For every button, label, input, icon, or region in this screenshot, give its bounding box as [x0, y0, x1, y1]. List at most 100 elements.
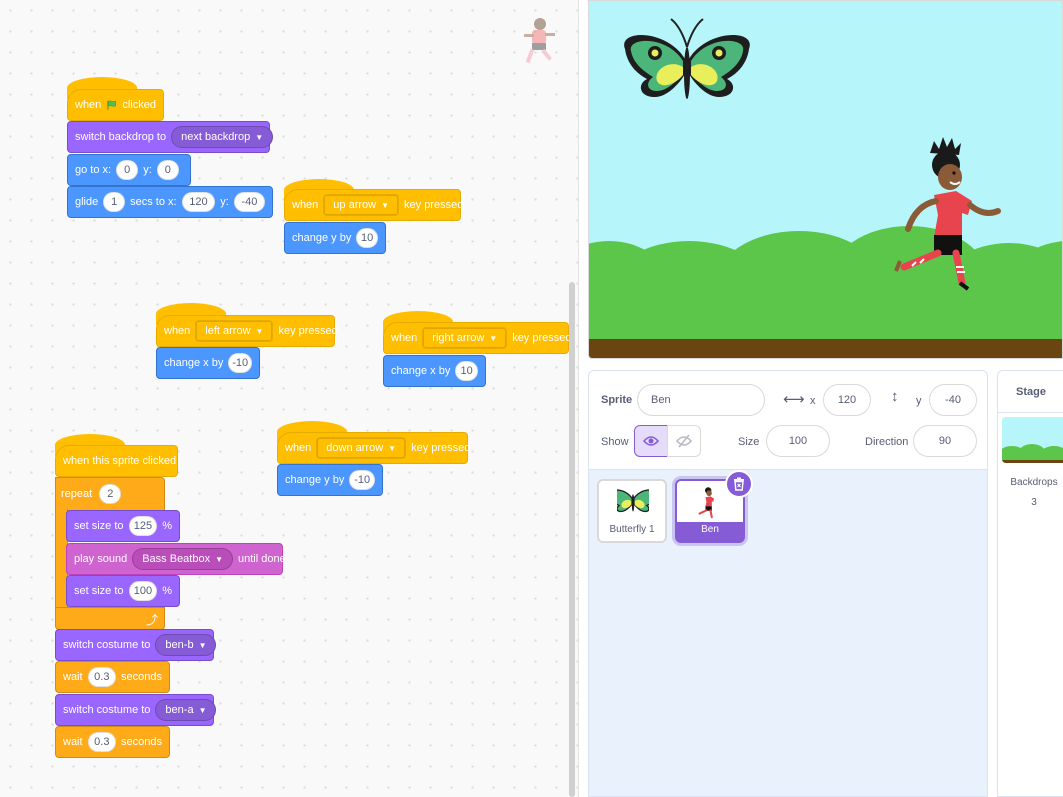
code-area-scrollbar[interactable]	[569, 282, 575, 797]
key-dropdown[interactable]: down arrow ▼	[316, 437, 407, 459]
backdrop-thumbnail[interactable]	[1002, 417, 1063, 463]
when-label: when	[75, 99, 102, 111]
hide-sprite-toggle[interactable]	[667, 425, 701, 457]
backdrops-label: Backdrops	[1010, 477, 1058, 488]
when-sprite-clicked-label: when this sprite clicked	[63, 455, 177, 467]
goto-x-input[interactable]: 0	[116, 160, 139, 180]
switch-costume-block[interactable]: switch costume to ben-b ▼	[55, 629, 217, 661]
y-label: y	[916, 395, 922, 407]
switch-costume-block[interactable]: switch costume to ben-a ▼	[55, 694, 217, 726]
eye-slash-icon	[676, 434, 692, 448]
stage-pane-title: Stage	[998, 371, 1063, 413]
wait-input[interactable]: 0.3	[87, 667, 117, 687]
key-pressed-label: key pressed	[411, 442, 471, 454]
costume-value: ben-a	[165, 704, 194, 716]
costume-dropdown[interactable]: ben-a ▼	[155, 699, 217, 721]
wait-block[interactable]: wait 0.3 seconds	[55, 661, 170, 693]
dropdown-caret-icon: ▼	[381, 200, 390, 210]
set-size-input[interactable]: 125	[128, 516, 158, 536]
goto-y-input[interactable]: 0	[156, 160, 179, 180]
change-y-block[interactable]: change y by 10	[284, 222, 386, 254]
change-y-input[interactable]: -10	[349, 470, 375, 490]
glide-y-label: y:	[220, 196, 229, 208]
set-size-label: set size to	[74, 585, 124, 597]
wait-block[interactable]: wait 0.3 seconds	[55, 726, 170, 758]
horizontal-arrows-icon: ⟷	[783, 391, 805, 408]
change-y-label: change y by	[285, 474, 345, 486]
change-x-block[interactable]: change x by -10	[156, 347, 260, 379]
change-x-input[interactable]: -10	[228, 353, 252, 373]
when-sprite-clicked-block[interactable]: when this sprite clicked	[55, 445, 178, 477]
sprite-tile-name: Ben	[701, 524, 719, 535]
direction-label: Direction	[865, 436, 909, 448]
x-value: 120	[837, 394, 857, 406]
set-size-input[interactable]: 100	[128, 581, 158, 601]
trash-icon	[734, 477, 744, 491]
glide-block[interactable]: glide 1 secs to x: 120 y: -40	[67, 186, 273, 218]
backdrop-dropdown[interactable]: next backdrop ▼	[171, 126, 274, 148]
repeat-count-input[interactable]: 2	[99, 484, 122, 504]
when-flag-clicked-block[interactable]: when clicked	[67, 89, 164, 121]
when-right-arrow-block[interactable]: when right arrow ▼ key pressed	[383, 322, 572, 354]
when-left-arrow-block[interactable]: when left arrow ▼ key pressed	[156, 315, 338, 347]
vertical-arrows-icon: ↕	[891, 388, 899, 405]
change-y-block[interactable]: change y by -10	[277, 464, 383, 496]
direction-value: 90	[938, 435, 952, 447]
change-y-input[interactable]: 10	[356, 228, 378, 248]
ground	[589, 339, 1062, 358]
glide-y-input[interactable]: -40	[233, 192, 265, 212]
eye-icon	[643, 436, 659, 446]
x-position-input[interactable]: 120	[823, 384, 871, 416]
play-sound-block[interactable]: play sound Bass Beatbox ▼ until done	[66, 543, 286, 575]
costume-dropdown[interactable]: ben-b ▼	[155, 634, 217, 656]
wait-label: wait	[63, 671, 83, 683]
when-up-arrow-block[interactable]: when up arrow ▼ key pressed	[284, 189, 463, 221]
code-area[interactable]: when clicked switch backdrop to next bac…	[0, 0, 579, 797]
change-x-input[interactable]: 10	[455, 361, 478, 381]
size-input[interactable]: 100	[766, 425, 830, 457]
sprite-name-input[interactable]: Ben	[637, 384, 765, 416]
hills-backdrop	[589, 226, 1062, 343]
ben-thumbnail	[698, 487, 715, 519]
stage-scene	[589, 18, 1062, 358]
show-label: Show	[601, 436, 629, 448]
show-sprite-toggle[interactable]	[634, 425, 668, 457]
butterfly-sprite	[624, 18, 750, 99]
wait-label: wait	[63, 736, 83, 748]
change-x-block[interactable]: change x by 10	[383, 355, 486, 387]
percent-label: %	[162, 520, 172, 532]
x-label: x	[810, 395, 816, 407]
change-x-label: change x by	[164, 357, 224, 369]
switch-backdrop-label: switch backdrop to	[75, 131, 167, 143]
change-x-label: change x by	[391, 365, 451, 377]
key-value: up arrow	[333, 199, 377, 211]
stage-selector-pane[interactable]: Stage Backdrops 3	[997, 370, 1063, 797]
key-dropdown[interactable]: right arrow ▼	[422, 327, 508, 349]
go-to-xy-block[interactable]: go to x: 0 y: 0	[67, 154, 191, 186]
stage-canvas[interactable]	[588, 0, 1063, 359]
sprite-info-panel: Sprite Ben ⟷ x 120 ↕ y -40 Show Size 100…	[588, 370, 988, 470]
backdrop-value: next backdrop	[181, 131, 251, 143]
direction-input[interactable]: 90	[913, 425, 977, 457]
sprite-tile-butterfly[interactable]: Butterfly 1	[597, 479, 667, 543]
size-value: 100	[788, 435, 808, 447]
sprite-tile-name: Butterfly 1	[609, 524, 655, 535]
set-size-block[interactable]: set size to 125 %	[66, 510, 180, 542]
glide-x-input[interactable]: 120	[181, 192, 216, 212]
dropdown-caret-icon: ▼	[489, 333, 498, 343]
set-size-block[interactable]: set size to 100 %	[66, 575, 180, 607]
delete-sprite-button[interactable]	[725, 470, 753, 498]
dropdown-caret-icon: ▼	[255, 132, 264, 142]
sound-dropdown[interactable]: Bass Beatbox ▼	[132, 548, 234, 570]
glide-secs-input[interactable]: 1	[103, 192, 126, 212]
when-down-arrow-block[interactable]: when down arrow ▼ key pressed	[277, 432, 471, 464]
y-position-input[interactable]: -40	[929, 384, 977, 416]
size-label: Size	[738, 436, 760, 448]
when-label: when	[285, 442, 312, 454]
switch-backdrop-block[interactable]: switch backdrop to next backdrop ▼	[67, 121, 274, 153]
wait-input[interactable]: 0.3	[87, 732, 117, 752]
key-dropdown[interactable]: left arrow ▼	[195, 320, 274, 342]
change-y-label: change y by	[292, 232, 352, 244]
dropdown-caret-icon: ▼	[388, 443, 397, 453]
key-dropdown[interactable]: up arrow ▼	[323, 194, 400, 216]
